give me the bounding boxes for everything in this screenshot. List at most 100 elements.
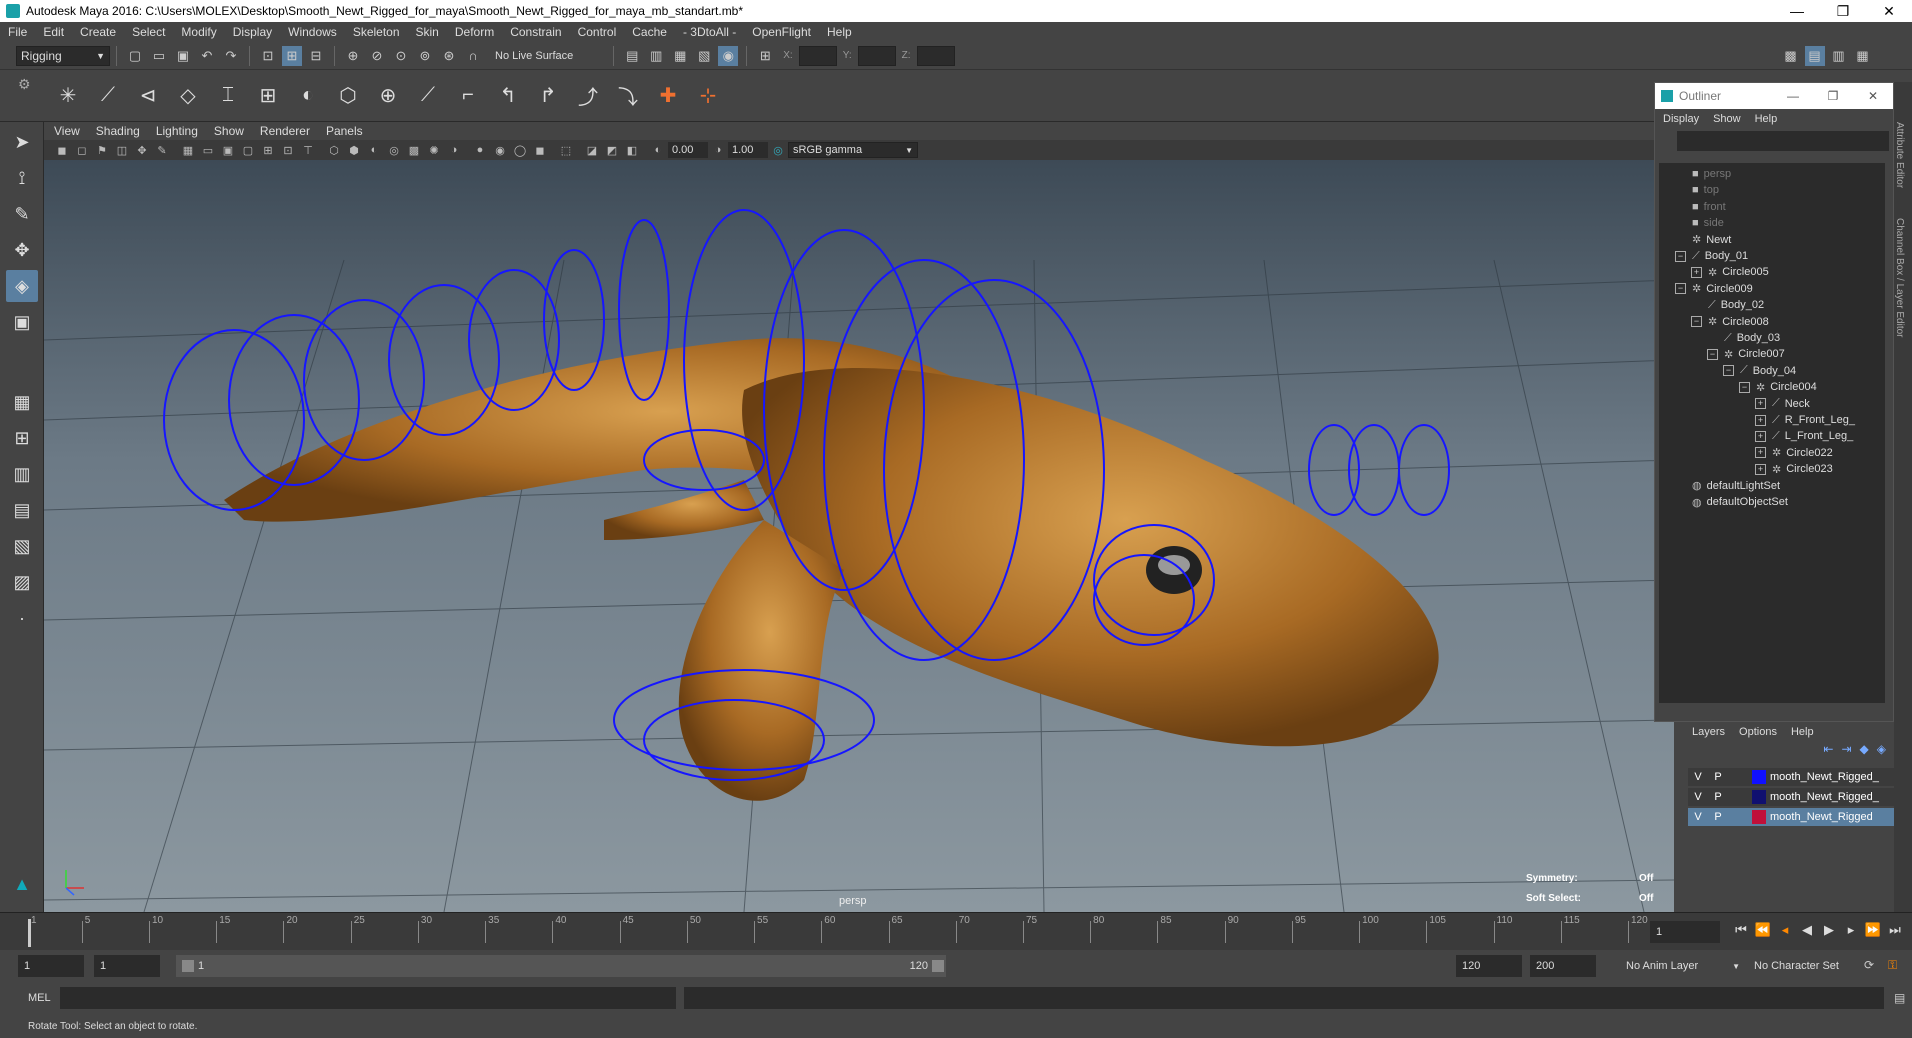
- bind-skin-icon[interactable]: ⊞: [253, 81, 283, 111]
- menu-item-9[interactable]: Deform: [455, 25, 494, 39]
- layer-row[interactable]: V Pmooth_Newt_Rigged: [1688, 808, 1894, 826]
- outliner-restore-button[interactable]: ❐: [1813, 89, 1853, 103]
- render-view-icon[interactable]: ▤: [622, 46, 642, 66]
- outliner-item[interactable]: ✲ Newt: [1675, 231, 1731, 249]
- exposure-field[interactable]: [668, 142, 708, 158]
- expand-icon[interactable]: +: [1691, 266, 1702, 278]
- shelf-options-icon[interactable]: ⚙: [18, 76, 31, 93]
- motion-blur-icon[interactable]: ◉: [492, 142, 508, 158]
- outliner-item[interactable]: ⟋ Body_02: [1691, 296, 1764, 314]
- z-field[interactable]: [916, 45, 955, 66]
- smooth-bind-icon[interactable]: ◐: [293, 81, 323, 111]
- open-scene-icon[interactable]: ▭: [149, 46, 169, 66]
- new-layer-icon[interactable]: ◆: [1860, 742, 1869, 762]
- transform-input-icon[interactable]: ⊞: [755, 46, 775, 66]
- resolution-gate-icon[interactable]: ▣: [220, 142, 236, 158]
- viewport-persp[interactable]: persp Symmetry: Off Soft Select: Off: [44, 160, 1674, 912]
- camera-attr-icon[interactable]: ◻: [74, 142, 90, 158]
- snap-curve-icon[interactable]: ⊘: [367, 46, 387, 66]
- outliner-item[interactable]: − ⟋ Body_04: [1723, 362, 1796, 380]
- outliner-menu-1[interactable]: Show: [1713, 113, 1741, 125]
- menu-item-0[interactable]: File: [8, 25, 27, 39]
- outliner-item[interactable]: + ✲ Circle023: [1755, 460, 1833, 478]
- magnet-icon[interactable]: ∩: [463, 46, 483, 66]
- close-button[interactable]: ✕: [1866, 3, 1912, 20]
- minimize-button[interactable]: —: [1774, 3, 1820, 20]
- script-editor-icon[interactable]: ▤: [1894, 991, 1905, 1005]
- y-field[interactable]: [857, 45, 896, 66]
- outliner-menu-0[interactable]: Display: [1663, 113, 1699, 125]
- layers-menu-1[interactable]: Options: [1739, 726, 1777, 738]
- undo-icon[interactable]: ↶: [197, 46, 217, 66]
- live-surface-label[interactable]: No Live Surface: [495, 50, 573, 62]
- redo-icon[interactable]: ↷: [221, 46, 241, 66]
- ik-spline-icon[interactable]: ⊲: [133, 81, 163, 111]
- outliner-item[interactable]: + ⟋ Neck: [1755, 395, 1810, 413]
- anim-layer-dropdown[interactable]: No Anim Layer ▼: [1620, 955, 1740, 977]
- outliner-item[interactable]: ◍ defaultObjectSet: [1675, 493, 1788, 511]
- go-to-end-icon[interactable]: ⏭: [1886, 921, 1904, 939]
- xray-icon[interactable]: ◪: [584, 142, 600, 158]
- xray-joints-icon[interactable]: ◧: [624, 142, 640, 158]
- isolate-select-icon[interactable]: ⬚: [558, 142, 574, 158]
- camera-select-icon[interactable]: ◼: [54, 142, 70, 158]
- default-material-icon[interactable]: ◐: [366, 142, 382, 158]
- menu-item-14[interactable]: OpenFlight: [752, 25, 811, 39]
- collapse-icon[interactable]: −: [1675, 250, 1686, 262]
- scale-constraint-icon[interactable]: ⤵: [613, 81, 643, 111]
- expand-icon[interactable]: +: [1755, 414, 1766, 426]
- layer-row[interactable]: V Pmooth_Newt_Rigged_: [1688, 768, 1894, 786]
- exposure-icon[interactable]: ◐: [650, 142, 666, 158]
- mirror-joint-icon[interactable]: ⌶: [213, 81, 243, 111]
- wireframe-icon[interactable]: ⬡: [326, 142, 342, 158]
- layers-menu-2[interactable]: Help: [1791, 726, 1814, 738]
- outliner-item[interactable]: − ✲ Circle007: [1707, 345, 1785, 363]
- maya-home-icon[interactable]: ▲: [6, 868, 38, 900]
- single-pane-icon[interactable]: ▦: [6, 386, 38, 418]
- aim-constraint-icon[interactable]: ↰: [493, 81, 523, 111]
- xray-active-icon[interactable]: ◩: [604, 142, 620, 158]
- outliner-item[interactable]: − ✲ Circle008: [1691, 313, 1769, 331]
- modeling-toolkit-icon[interactable]: ▩: [1781, 46, 1801, 66]
- layer-visibility-toggle[interactable]: V: [1688, 791, 1708, 803]
- outliner-item[interactable]: + ✲ Circle005: [1691, 263, 1769, 281]
- joint-tool-icon[interactable]: ✳: [53, 81, 83, 111]
- go-to-start-icon[interactable]: ⏮: [1732, 921, 1750, 939]
- outliner-search-field[interactable]: [1677, 131, 1889, 151]
- lattice-icon[interactable]: ⬡: [333, 81, 363, 111]
- locator-icon[interactable]: ✚: [653, 81, 683, 111]
- bookmark-icon[interactable]: ⚑: [94, 142, 110, 158]
- image-plane-icon[interactable]: ◫: [114, 142, 130, 158]
- stacked-pane-icon[interactable]: ▤: [6, 494, 38, 526]
- playback-start-field[interactable]: 1: [94, 955, 160, 977]
- layer-row[interactable]: V Pmooth_Newt_Rigged_: [1688, 788, 1894, 806]
- layer-playback-toggle[interactable]: P: [1708, 811, 1728, 823]
- expand-icon[interactable]: +: [1755, 463, 1766, 475]
- custom-layout-icon[interactable]: ·: [6, 602, 38, 634]
- graph-layout-icon[interactable]: ▨: [6, 566, 38, 598]
- hypershade-icon[interactable]: ◉: [718, 45, 739, 66]
- range-end-handle[interactable]: [932, 960, 944, 972]
- panel-menu-4[interactable]: Renderer: [260, 124, 310, 138]
- layer-visibility-toggle[interactable]: V: [1688, 771, 1708, 783]
- depth-of-field-icon[interactable]: ◼: [532, 142, 548, 158]
- outliner-item[interactable]: − ✲ Circle009: [1675, 280, 1753, 298]
- current-frame-field[interactable]: 1: [1650, 921, 1720, 943]
- textured-icon[interactable]: ▩: [406, 142, 422, 158]
- panel-menu-5[interactable]: Panels: [326, 124, 363, 138]
- layer-color-swatch[interactable]: [1752, 770, 1766, 784]
- render-frame-icon[interactable]: ▥: [646, 46, 666, 66]
- layers-menu-0[interactable]: Layers: [1692, 726, 1725, 738]
- layer-visibility-toggle[interactable]: V: [1688, 811, 1708, 823]
- gamma-icon[interactable]: ◑: [710, 142, 726, 158]
- pivot-icon[interactable]: ⊹: [693, 81, 723, 111]
- auto-key-icon[interactable]: ⚿: [1888, 958, 1897, 973]
- menu-item-7[interactable]: Skeleton: [353, 25, 400, 39]
- new-scene-icon[interactable]: ▢: [125, 46, 145, 66]
- move-layer-up-icon[interactable]: ⇤: [1823, 742, 1833, 762]
- menu-item-6[interactable]: Windows: [288, 25, 337, 39]
- snap-surface-icon[interactable]: ⊛: [439, 46, 459, 66]
- menu-item-4[interactable]: Modify: [181, 25, 216, 39]
- paint-select-icon[interactable]: ✎: [6, 198, 38, 230]
- side-by-side-icon[interactable]: ▥: [6, 458, 38, 490]
